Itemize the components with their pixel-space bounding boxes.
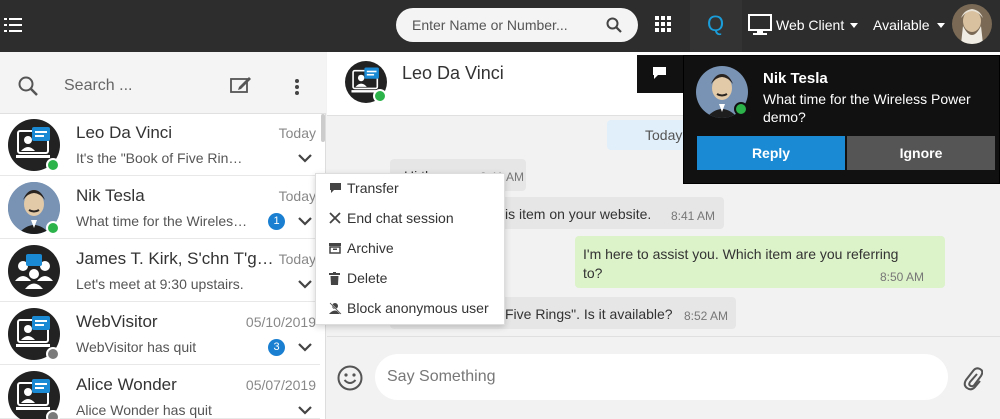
search-icon[interactable] [606,17,622,33]
status-chevron-down-icon[interactable] [937,23,945,28]
attachment-icon[interactable] [963,367,983,391]
global-search[interactable] [396,8,638,42]
message-input[interactable] [387,366,927,388]
archive-icon [329,243,341,254]
conversation-sidebar: Leo Da Vinci It's the "Book of Five Ring… [0,52,326,419]
message-time: 8:41 AM [671,209,716,223]
menu-item-label: Delete [347,270,388,286]
conversation-name: Nik Tesla [76,186,145,205]
menu-item-label: Transfer [347,180,399,196]
conversation-name: Leo Da Vinci [76,123,173,142]
queue-tab-label: Q [707,11,725,36]
conversation-item[interactable]: WebVisitor WebVisitor has quit 05/10/201… [0,303,320,365]
global-search-input[interactable] [412,15,597,35]
online-status-indicator [46,158,60,172]
menu-icon[interactable] [4,18,22,32]
transfer-icon [330,183,341,193]
notification-message: What time for the Wireless Power demo? [763,91,971,125]
offline-status-indicator [46,410,60,419]
unread-badge: 3 [268,339,285,356]
conversation-time: Today [278,188,316,204]
menu-item-label: End chat session [347,210,454,226]
close-icon [329,212,341,224]
dialpad-icon[interactable] [655,16,671,32]
conversation-preview: Let's meet at 9:30 upstairs. [76,276,244,292]
emoji-icon[interactable] [337,365,363,391]
conversation-time: Today [278,251,316,267]
notification-tab[interactable] [637,55,683,93]
chevron-down-icon[interactable] [298,154,312,163]
client-chevron-down-icon[interactable] [850,23,858,28]
online-status-indicator [373,89,387,103]
incoming-chat-notification: Nik Tesla What time for the Wireless Pow… [683,55,1000,184]
message-text: is item on your website. [505,206,652,222]
message-text: Five Rings". Is it available? [505,306,673,322]
queue-tab[interactable]: Q [690,0,742,52]
conversation-preview: It's the "Book of Five Rings". Is it ava… [76,150,248,166]
conversation-item[interactable]: Nik Tesla What time for the Wireless Pow… [0,177,320,239]
conversation-item[interactable]: Alice Wonder Alice Wonder has quit 05/07… [0,366,320,419]
conversation-context-menu: Transfer End chat session Archive Delete… [315,173,505,325]
block-user-icon [329,302,342,315]
conversation-item[interactable]: James T. Kirk, S'chn T'gai Spock Let's m… [0,240,320,302]
chevron-down-icon[interactable] [298,406,312,415]
conversation-time: 05/10/2019 [245,314,316,330]
status-selector[interactable]: Available [873,17,930,33]
conversation-name: James T. Kirk, S'chn T'gai Spock [76,249,276,268]
message-text: I'm here to assist you. Which item are y… [583,246,899,281]
unread-badge: 1 [268,213,285,230]
day-label: Today [645,127,683,143]
conversation-time: Today [278,125,316,141]
menu-item-transfer[interactable]: Transfer [316,174,506,204]
chevron-down-icon[interactable] [298,280,312,289]
ignore-button[interactable]: Ignore [847,136,995,170]
offline-status-indicator [46,347,60,361]
outgoing-message: I'm here to assist you. Which item are y… [575,236,945,288]
notification-sender: Nik Tesla [763,70,828,87]
user-avatar[interactable] [952,4,992,44]
sidebar-scrollbar[interactable] [321,114,325,142]
message-time: 8:52 AM [684,309,729,323]
group-icon [8,245,60,297]
search-icon[interactable] [18,76,38,96]
more-options-icon[interactable] [294,79,300,95]
menu-item-block-user[interactable]: Block anonymous user [316,294,506,324]
message-time: 8:50 AM [880,270,925,284]
conversation-preview: What time for the Wireless Power demo? [76,213,248,229]
conversation-preview: Alice Wonder has quit [76,402,212,418]
monitor-icon[interactable] [748,14,772,36]
menu-item-archive[interactable]: Archive [316,234,506,264]
new-chat-icon[interactable] [230,76,252,94]
chevron-down-icon[interactable] [298,343,312,352]
menu-item-end-chat[interactable]: End chat session [316,204,506,234]
chat-contact-name: Leo Da Vinci [402,63,504,83]
chevron-down-icon[interactable] [298,217,312,226]
online-status-indicator [734,102,748,116]
menu-item-delete[interactable]: Delete [316,264,506,294]
conversation-search-input[interactable] [64,75,214,97]
trash-icon [329,272,340,285]
conversation-item[interactable]: Leo Da Vinci It's the "Book of Five Ring… [0,114,320,176]
reply-button[interactable]: Reply [697,136,845,170]
conversation-time: 05/07/2019 [245,377,316,393]
conversation-preview: WebVisitor has quit [76,339,197,355]
day-separator: Today [607,120,695,150]
menu-item-label: Block anonymous user [347,300,489,316]
menu-item-label: Archive [347,240,394,256]
client-selector[interactable]: Web Client [776,17,844,33]
sidebar-search [0,52,326,114]
top-bar: Q Web Client Available [0,0,1000,52]
online-status-indicator [46,221,60,235]
chat-bubble-icon [653,67,666,79]
message-input-box[interactable] [375,354,948,400]
compose-area [327,336,1000,419]
